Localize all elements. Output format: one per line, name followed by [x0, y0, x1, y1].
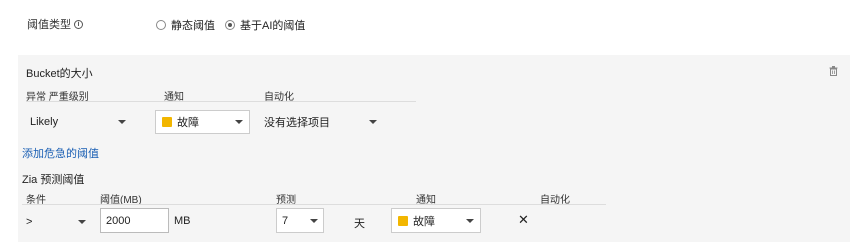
bucket-title: Bucket的大小 [26, 68, 93, 80]
trash-icon[interactable] [829, 66, 838, 76]
severity-value: Likely [30, 116, 59, 128]
zia-notify-select[interactable]: 故障 [391, 208, 481, 233]
info-icon[interactable]: i [74, 19, 83, 29]
status-color-icon [398, 215, 408, 226]
chevron-down-icon [466, 218, 474, 223]
header-divider [26, 101, 416, 102]
condition-value: > [26, 216, 33, 228]
close-icon[interactable]: ✕ [518, 212, 529, 228]
chevron-down-icon [118, 120, 126, 124]
chevron-down-icon [310, 218, 318, 223]
zia-notify-value: 故障 [413, 215, 435, 228]
chevron-down-icon [78, 220, 86, 224]
radio-circle-icon [156, 20, 166, 30]
radio-ai-threshold[interactable]: 基于AI的阈值 [225, 17, 305, 33]
threshold-type-radio-group: 静态阈值 基于AI的阈值 [156, 17, 305, 33]
radio-static-label: 静态阈值 [171, 20, 215, 32]
threshold-unit: MB [174, 215, 191, 227]
severity-select[interactable]: Likely [30, 115, 126, 129]
add-critical-threshold-link[interactable]: 添加危急的阈值 [22, 145, 99, 161]
predict-unit: 天 [354, 218, 365, 230]
zia-title: Zia 预测阈值 [22, 174, 85, 186]
threshold-value: 2000 [106, 214, 131, 227]
condition-select[interactable]: > [26, 215, 86, 229]
chevron-down-icon [369, 120, 377, 124]
status-color-icon [162, 117, 172, 127]
notify-select[interactable]: 故障 [155, 110, 250, 134]
threshold-type-row: 阈值类型 i [27, 17, 83, 31]
chevron-down-icon [235, 120, 243, 124]
radio-ai-label: 基于AI的阈值 [240, 20, 306, 32]
predict-value: 7 [282, 214, 289, 227]
threshold-value-input[interactable]: 2000 [100, 208, 169, 233]
notify-value: 故障 [177, 117, 199, 129]
automation-value: 没有选择项目 [264, 117, 330, 129]
predict-select[interactable]: 7 [276, 208, 324, 233]
threshold-type-label: 阈值类型 [27, 19, 71, 31]
radio-circle-checked-icon [225, 20, 235, 30]
automation-select[interactable]: 没有选择项目 [264, 115, 377, 129]
radio-static-threshold[interactable]: 静态阈值 [156, 17, 215, 33]
zia-header-divider [22, 204, 606, 205]
threshold-panel: Bucket的大小 异常 严重级别 通知 自动化 Likely 故障 没有选择项… [18, 55, 850, 242]
